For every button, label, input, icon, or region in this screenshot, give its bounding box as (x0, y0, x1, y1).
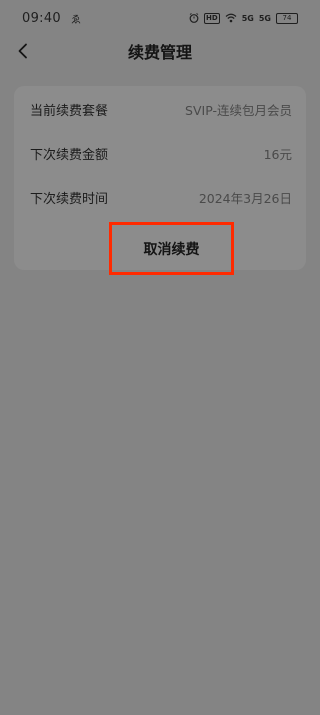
wifi-icon (225, 13, 237, 23)
status-time: 09:40 (22, 10, 61, 26)
cancel-renewal-button[interactable]: 取消续费 (134, 235, 210, 263)
current-plan-row: 当前续费套餐 SVIP-连续包月会员 (30, 96, 292, 122)
renewal-management-screen: 09:40 ゑ HD 5G 5G 74 续费管理 当前续费套餐 SVIP-连续包… (0, 0, 320, 715)
back-button[interactable] (10, 38, 36, 64)
next-amount-row: 下次续费金额 16元 (30, 140, 292, 166)
signal-icon-sim1: 5G (241, 13, 254, 23)
signal-icon-sim2: 5G (258, 13, 271, 23)
current-plan-value: SVIP-连续包月会员 (185, 102, 292, 118)
cancel-renewal-highlight: 取消续费 (109, 222, 234, 275)
next-date-label: 下次续费时间 (30, 191, 109, 207)
next-date-value: 2024年3月26日 (198, 190, 292, 206)
navigation-bar: 续费管理 (0, 36, 320, 66)
current-plan-label: 当前续费套餐 (30, 103, 109, 119)
alarm-icon (189, 13, 199, 23)
next-amount-value: 16元 (263, 146, 292, 162)
status-bar: 09:40 ゑ HD 5G 5G 74 (0, 0, 320, 36)
page-title: 续费管理 (127, 43, 192, 62)
battery-icon: 74 (276, 12, 298, 24)
chevron-left-icon (18, 43, 27, 59)
app-notification-icon: ゑ (70, 14, 81, 26)
hd-icon: HD (204, 12, 220, 24)
next-amount-label: 下次续费金额 (30, 147, 109, 163)
next-date-row: 下次续费时间 2024年3月26日 (30, 184, 292, 210)
